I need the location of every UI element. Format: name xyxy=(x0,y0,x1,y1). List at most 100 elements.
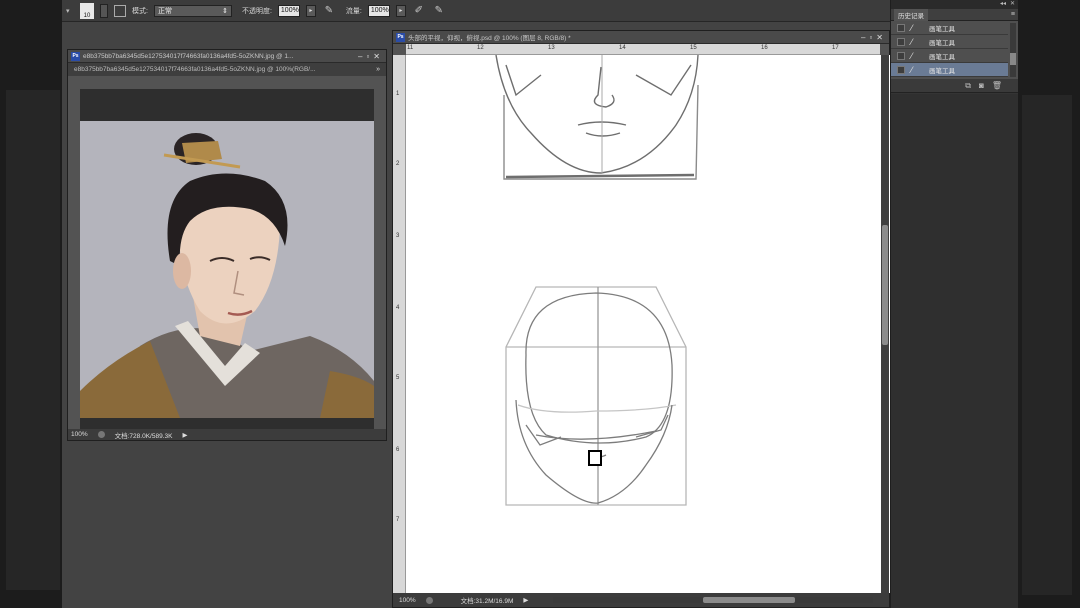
ps-icon: Ps xyxy=(71,51,80,61)
chevron-down-icon: ⇕ xyxy=(222,7,228,15)
ruler-mark: 17 xyxy=(832,45,839,51)
flow-label: 流量: xyxy=(345,7,362,15)
vertical-scrollbar[interactable] xyxy=(881,55,889,593)
history-item-active[interactable]: ⁄ 画笔工具 xyxy=(891,63,1008,77)
ruler-mark: 5 xyxy=(396,375,400,381)
history-panel-footer: ⧉ ◙ 🗑 xyxy=(891,79,1018,93)
pressure-opacity-icon[interactable]: ✎ xyxy=(322,4,336,18)
history-item[interactable]: ⁄ 画笔工具 xyxy=(891,21,1008,35)
tool-preset-dropdown[interactable]: ▾ xyxy=(66,7,74,15)
minimize-icon[interactable]: – xyxy=(358,52,362,61)
snapshot-checkbox[interactable] xyxy=(897,23,905,32)
opacity-dropdown[interactable]: ▸ xyxy=(305,4,316,17)
horizontal-scrollbar[interactable] xyxy=(553,597,873,603)
ruler-mark: 6 xyxy=(396,447,400,453)
maximize-icon[interactable]: ▫ xyxy=(869,33,872,42)
left-letterbox xyxy=(0,0,62,608)
status-icon[interactable] xyxy=(97,431,105,438)
history-scrollbar[interactable] xyxy=(1010,23,1016,77)
portrait-photo xyxy=(80,121,374,418)
ruler-mark: 14 xyxy=(619,45,626,51)
sketch-canvas[interactable] xyxy=(406,55,890,593)
brush-icon: ⁄ xyxy=(911,36,913,47)
brush-picker-arrow[interactable] xyxy=(100,3,108,18)
close-icon[interactable]: ✕ xyxy=(876,33,883,42)
brush-icon: ⁄ xyxy=(911,64,913,75)
mode-label: 模式: xyxy=(132,7,148,15)
image-window-titlebar[interactable]: Ps e8b375bb7ba6345d5e127534017f74663fa01… xyxy=(68,50,386,63)
snapshot-checkbox[interactable] xyxy=(897,37,905,46)
image-tab[interactable]: e8b375bb7ba6345d5e127534017f74663fa0136a… xyxy=(68,63,386,76)
airbrush-icon[interactable]: ✐ xyxy=(412,4,426,18)
close-icon[interactable]: ✕ xyxy=(373,52,380,61)
mode-value: 正常 xyxy=(157,7,172,15)
history-item[interactable]: ⁄ 画笔工具 xyxy=(891,35,1008,49)
image-tab-label: e8b375bb7ba6345d5e127534017f74663fa0136a… xyxy=(74,66,316,73)
ruler-mark: 12 xyxy=(477,45,484,51)
trash-icon[interactable]: 🗑 xyxy=(992,81,1002,90)
doc-status-bar: 100% 文档:31.2M/16.9M ▶ xyxy=(393,593,889,607)
ruler-mark: 11 xyxy=(407,45,414,51)
minimize-icon[interactable]: – xyxy=(861,33,865,42)
right-letterbox xyxy=(1018,0,1080,608)
tab-history[interactable]: 历史记录 xyxy=(894,8,928,21)
ruler-mark: 1 xyxy=(396,91,400,97)
history-item[interactable]: ⁄ 画笔工具 xyxy=(891,49,1008,63)
vertical-ruler[interactable]: 1 2 3 4 5 6 7 xyxy=(393,55,406,593)
opacity-label: 不透明度: xyxy=(241,7,272,15)
image-status-bar: 100% 文档:728.0K/589.3K ▶ xyxy=(68,429,386,440)
ruler-mark: 4 xyxy=(396,305,400,311)
image-zoom-level[interactable]: 100% xyxy=(71,431,88,438)
brush-panel-icon[interactable] xyxy=(114,4,126,17)
ruler-mark: 7 xyxy=(396,517,400,523)
flow-dropdown[interactable]: ▸ xyxy=(395,4,406,17)
status-menu-arrow-icon[interactable]: ▶ xyxy=(523,596,528,604)
panel-menu-icon[interactable]: ≡ xyxy=(1011,11,1015,18)
ruler-mark: 16 xyxy=(761,45,768,51)
camera-snapshot-icon[interactable]: ◙ xyxy=(979,81,984,90)
scroll-thumb[interactable] xyxy=(703,597,795,603)
reference-image-window[interactable]: Ps e8b375bb7ba6345d5e127534017f74663fa01… xyxy=(67,49,387,441)
flow-input[interactable]: 100% xyxy=(367,4,390,17)
status-icon[interactable] xyxy=(425,596,433,604)
doc-zoom-level[interactable]: 100% xyxy=(399,597,416,604)
collapse-icon[interactable]: ◂◂ xyxy=(1000,0,1006,9)
image-doc-info: 文档:728.0K/589.3K xyxy=(114,432,173,440)
portrait-illustration xyxy=(80,121,374,418)
opacity-input[interactable]: 100% xyxy=(277,4,300,17)
doc-window-title: 头部的平视，仰视，俯视.psd @ 100% (图层 8, RGB/8) * xyxy=(408,35,571,42)
snapshot-checkbox[interactable] xyxy=(897,51,905,60)
brush-size-picker[interactable]: 10 xyxy=(80,2,94,19)
letterbox-shadow xyxy=(6,90,60,590)
horizontal-ruler[interactable]: 11 12 13 14 15 16 17 xyxy=(406,44,880,55)
close-icon[interactable]: ✕ xyxy=(1010,0,1015,9)
flow-value: 100% xyxy=(370,7,389,14)
mode-select[interactable]: 正常 ⇕ xyxy=(153,4,232,17)
image-canvas[interactable] xyxy=(80,89,374,430)
tab-overflow-icon[interactable]: » xyxy=(376,66,386,73)
scroll-thumb[interactable] xyxy=(882,225,888,345)
pressure-size-icon[interactable]: ✎ xyxy=(432,4,446,18)
history-panel: ◂◂ ✕ 历史记录 ≡ ⁄ 画笔工具 ⁄ 画笔工具 ⁄ 画笔工具 ⁄ 画笔工具 … xyxy=(890,0,1018,608)
ruler-mark: 13 xyxy=(548,45,555,51)
maximize-icon[interactable]: ▫ xyxy=(366,52,369,61)
history-panel-header: 历史记录 ≡ xyxy=(891,8,1018,21)
panel-empty-area xyxy=(891,94,1018,608)
status-menu-arrow-icon[interactable]: ▶ xyxy=(182,431,187,439)
history-item-label: 画笔工具 xyxy=(929,25,955,33)
scroll-thumb[interactable] xyxy=(1010,53,1016,65)
image-window-title: e8b375bb7ba6345d5e127534017f74663fa0136a… xyxy=(83,52,294,60)
history-list: ⁄ 画笔工具 ⁄ 画笔工具 ⁄ 画笔工具 ⁄ 画笔工具 xyxy=(891,21,1018,79)
options-bar: ▾ 10 模式: 正常 ⇕ 不透明度: 100% ▸ ✎ 流量: 100% ▸ ✐… xyxy=(62,0,1018,22)
doc-window-titlebar[interactable]: Ps 头部的平视，仰视，俯视.psd @ 100% (图层 8, RGB/8) … xyxy=(393,31,889,44)
new-document-from-state-icon[interactable]: ⧉ xyxy=(965,81,971,91)
opacity-value: 100% xyxy=(280,7,299,14)
brush-cursor xyxy=(588,450,602,466)
sketch-document-window[interactable]: Ps 头部的平视，仰视，俯视.psd @ 100% (图层 8, RGB/8) … xyxy=(392,30,890,608)
snapshot-checkbox[interactable] xyxy=(897,65,905,74)
brush-icon: ⁄ xyxy=(911,50,913,61)
history-item-label: 画笔工具 xyxy=(929,39,955,47)
ruler-mark: 3 xyxy=(396,233,400,239)
ruler-mark: 15 xyxy=(690,45,697,51)
letterbox-shadow xyxy=(1022,95,1072,595)
